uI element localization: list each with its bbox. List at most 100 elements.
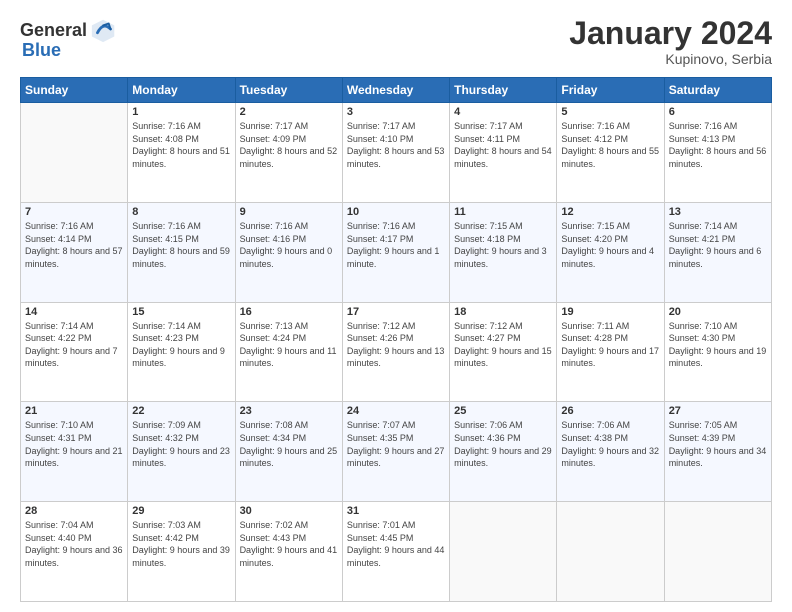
day-info: Sunrise: 7:03 AMSunset: 4:42 PMDaylight:… <box>132 519 230 569</box>
calendar-day-cell: 9 Sunrise: 7:16 AMSunset: 4:16 PMDaylight… <box>235 202 342 302</box>
day-info: Sunrise: 7:04 AMSunset: 4:40 PMDaylight:… <box>25 519 123 569</box>
logo-blue-text: Blue <box>22 40 61 61</box>
day-number: 5 <box>561 106 659 118</box>
day-of-week-header: Thursday <box>450 78 557 103</box>
day-number: 6 <box>669 106 767 118</box>
calendar-day-cell: 4 Sunrise: 7:17 AMSunset: 4:11 PMDaylight… <box>450 103 557 203</box>
page: General Blue January 2024 Kupinovo, Serb… <box>0 0 792 612</box>
day-info: Sunrise: 7:16 AMSunset: 4:12 PMDaylight:… <box>561 120 659 170</box>
calendar-week-row: 7 Sunrise: 7:16 AMSunset: 4:14 PMDaylight… <box>21 202 772 302</box>
calendar-day-cell: 1Sunrise: 7:16 AMSunset: 4:08 PMDaylight… <box>128 103 235 203</box>
calendar-week-row: 28Sunrise: 7:04 AMSunset: 4:40 PMDayligh… <box>21 502 772 602</box>
day-number: 13 <box>669 206 767 218</box>
day-info: Sunrise: 7:16 AMSunset: 4:13 PMDaylight:… <box>669 120 767 170</box>
day-info: Sunrise: 7:16 AMSunset: 4:15 PMDaylight:… <box>132 220 230 270</box>
day-number: 12 <box>561 206 659 218</box>
day-info: Sunrise: 7:16 AMSunset: 4:17 PMDaylight:… <box>347 220 445 270</box>
day-info: Sunrise: 7:17 AMSunset: 4:09 PMDaylight:… <box>240 120 338 170</box>
day-info: Sunrise: 7:14 AMSunset: 4:22 PMDaylight:… <box>25 320 123 370</box>
day-number: 11 <box>454 206 552 218</box>
day-number: 19 <box>561 306 659 318</box>
calendar-day-cell: 25 Sunrise: 7:06 AMSunset: 4:36 PMDayligh… <box>450 402 557 502</box>
header: General Blue January 2024 Kupinovo, Serb… <box>20 16 772 67</box>
calendar-day-cell <box>450 502 557 602</box>
calendar-day-cell: 10Sunrise: 7:16 AMSunset: 4:17 PMDayligh… <box>342 202 449 302</box>
calendar-table: SundayMondayTuesdayWednesdayThursdayFrid… <box>20 77 772 602</box>
day-number: 29 <box>132 505 230 517</box>
day-number: 8 <box>132 206 230 218</box>
day-number: 2 <box>240 106 338 118</box>
calendar-day-cell: 23 Sunrise: 7:08 AMSunset: 4:34 PMDayligh… <box>235 402 342 502</box>
day-info: Sunrise: 7:12 AMSunset: 4:27 PMDaylight:… <box>454 320 552 370</box>
day-info: Sunrise: 7:13 AMSunset: 4:24 PMDaylight:… <box>240 320 338 370</box>
day-number: 9 <box>240 206 338 218</box>
day-of-week-header: Tuesday <box>235 78 342 103</box>
day-number: 20 <box>669 306 767 318</box>
day-number: 15 <box>132 306 230 318</box>
day-number: 27 <box>669 405 767 417</box>
day-info: Sunrise: 7:09 AMSunset: 4:32 PMDaylight:… <box>132 419 230 469</box>
day-number: 25 <box>454 405 552 417</box>
calendar-day-cell: 2 Sunrise: 7:17 AMSunset: 4:09 PMDaylight… <box>235 103 342 203</box>
day-info: Sunrise: 7:15 AMSunset: 4:18 PMDaylight:… <box>454 220 552 270</box>
day-number: 4 <box>454 106 552 118</box>
calendar-week-row: 14 Sunrise: 7:14 AMSunset: 4:22 PMDayligh… <box>21 302 772 402</box>
calendar-day-cell: 6 Sunrise: 7:16 AMSunset: 4:13 PMDaylight… <box>664 103 771 203</box>
calendar-day-cell: 27 Sunrise: 7:05 AMSunset: 4:39 PMDayligh… <box>664 402 771 502</box>
logo-icon <box>90 16 118 44</box>
day-info: Sunrise: 7:11 AMSunset: 4:28 PMDaylight:… <box>561 320 659 370</box>
day-info: Sunrise: 7:01 AMSunset: 4:45 PMDaylight:… <box>347 519 445 569</box>
calendar-day-cell: 24Sunrise: 7:07 AMSunset: 4:35 PMDayligh… <box>342 402 449 502</box>
day-number: 16 <box>240 306 338 318</box>
title-section: January 2024 Kupinovo, Serbia <box>569 16 772 67</box>
day-of-week-header: Saturday <box>664 78 771 103</box>
day-number: 22 <box>132 405 230 417</box>
day-info: Sunrise: 7:15 AMSunset: 4:20 PMDaylight:… <box>561 220 659 270</box>
calendar-day-cell: 15Sunrise: 7:14 AMSunset: 4:23 PMDayligh… <box>128 302 235 402</box>
calendar-day-cell: 28Sunrise: 7:04 AMSunset: 4:40 PMDayligh… <box>21 502 128 602</box>
calendar-day-cell: 11 Sunrise: 7:15 AMSunset: 4:18 PMDayligh… <box>450 202 557 302</box>
calendar-day-cell: 20 Sunrise: 7:10 AMSunset: 4:30 PMDayligh… <box>664 302 771 402</box>
day-number: 23 <box>240 405 338 417</box>
day-info: Sunrise: 7:14 AMSunset: 4:21 PMDaylight:… <box>669 220 767 270</box>
calendar-day-cell: 21 Sunrise: 7:10 AMSunset: 4:31 PMDayligh… <box>21 402 128 502</box>
day-info: Sunrise: 7:16 AMSunset: 4:14 PMDaylight:… <box>25 220 123 270</box>
day-info: Sunrise: 7:02 AMSunset: 4:43 PMDaylight:… <box>240 519 338 569</box>
day-number: 26 <box>561 405 659 417</box>
day-info: Sunrise: 7:17 AMSunset: 4:11 PMDaylight:… <box>454 120 552 170</box>
calendar-day-cell: 31 Sunrise: 7:01 AMSunset: 4:45 PMDayligh… <box>342 502 449 602</box>
calendar-day-cell: 7 Sunrise: 7:16 AMSunset: 4:14 PMDaylight… <box>21 202 128 302</box>
day-number: 7 <box>25 206 123 218</box>
calendar-day-cell: 19 Sunrise: 7:11 AMSunset: 4:28 PMDayligh… <box>557 302 664 402</box>
day-number: 31 <box>347 505 445 517</box>
day-info: Sunrise: 7:06 AMSunset: 4:36 PMDaylight:… <box>454 419 552 469</box>
calendar-day-cell <box>557 502 664 602</box>
calendar-day-cell: 29 Sunrise: 7:03 AMSunset: 4:42 PMDayligh… <box>128 502 235 602</box>
calendar-day-cell <box>664 502 771 602</box>
calendar-day-cell <box>21 103 128 203</box>
day-number: 21 <box>25 405 123 417</box>
day-info: Sunrise: 7:08 AMSunset: 4:34 PMDaylight:… <box>240 419 338 469</box>
day-info: Sunrise: 7:05 AMSunset: 4:39 PMDaylight:… <box>669 419 767 469</box>
day-number: 14 <box>25 306 123 318</box>
month-title: January 2024 <box>569 16 772 51</box>
day-number: 17 <box>347 306 445 318</box>
day-info: Sunrise: 7:06 AMSunset: 4:38 PMDaylight:… <box>561 419 659 469</box>
day-number: 18 <box>454 306 552 318</box>
day-number: 3 <box>347 106 445 118</box>
calendar-day-cell: 12 Sunrise: 7:15 AMSunset: 4:20 PMDayligh… <box>557 202 664 302</box>
day-of-week-header: Wednesday <box>342 78 449 103</box>
day-info: Sunrise: 7:12 AMSunset: 4:26 PMDaylight:… <box>347 320 445 370</box>
calendar-day-cell: 13 Sunrise: 7:14 AMSunset: 4:21 PMDayligh… <box>664 202 771 302</box>
day-info: Sunrise: 7:07 AMSunset: 4:35 PMDaylight:… <box>347 419 445 469</box>
calendar-week-row: 1Sunrise: 7:16 AMSunset: 4:08 PMDaylight… <box>21 103 772 203</box>
day-info: Sunrise: 7:10 AMSunset: 4:30 PMDaylight:… <box>669 320 767 370</box>
calendar-day-cell: 3Sunrise: 7:17 AMSunset: 4:10 PMDaylight… <box>342 103 449 203</box>
calendar-day-cell: 14 Sunrise: 7:14 AMSunset: 4:22 PMDayligh… <box>21 302 128 402</box>
calendar-day-cell: 26 Sunrise: 7:06 AMSunset: 4:38 PMDayligh… <box>557 402 664 502</box>
day-of-week-header: Friday <box>557 78 664 103</box>
day-number: 1 <box>132 106 230 118</box>
day-info: Sunrise: 7:16 AMSunset: 4:16 PMDaylight:… <box>240 220 338 270</box>
day-of-week-header: Sunday <box>21 78 128 103</box>
day-info: Sunrise: 7:10 AMSunset: 4:31 PMDaylight:… <box>25 419 123 469</box>
